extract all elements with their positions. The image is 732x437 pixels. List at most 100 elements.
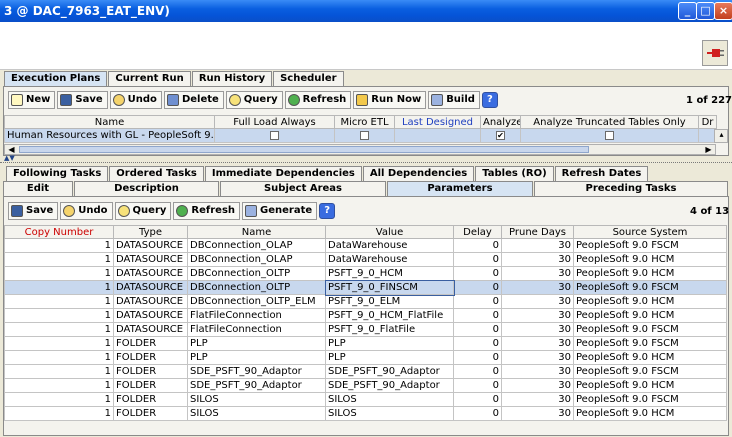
source-system-cell[interactable]: PeopleSoft 9.0 FSCM	[573, 280, 727, 295]
source-system-cell[interactable]: PeopleSoft 9.0 FSCM	[573, 364, 727, 379]
close-button[interactable]: ×	[714, 2, 732, 20]
tab-current-run[interactable]: Current Run	[108, 71, 191, 86]
column-header[interactable]: Name	[187, 225, 326, 239]
name-cell[interactable]: SDE_PSFT_90_Adaptor	[187, 378, 326, 393]
value-cell[interactable]: SILOS	[325, 406, 454, 421]
value-cell[interactable]: DataWarehouse	[325, 252, 454, 267]
name-cell[interactable]: DBConnection_OLTP	[187, 266, 326, 281]
copy-number-cell[interactable]: 1	[4, 392, 114, 407]
value-cell[interactable]: PLP	[325, 350, 454, 365]
table-row[interactable]: 1 FOLDER SILOS SILOS 0 30 PeopleSoft 9.0 FSCM	[4, 392, 727, 407]
type-cell[interactable]: FOLDER	[113, 364, 188, 379]
column-header[interactable]: Last Designed	[394, 115, 481, 129]
refresh-button[interactable]: Refresh	[173, 202, 241, 220]
name-cell[interactable]: FlatFileConnection	[187, 308, 326, 323]
build-button[interactable]: Build	[428, 91, 480, 109]
refresh-button[interactable]: Refresh	[284, 91, 352, 109]
last-designed-cell[interactable]	[394, 128, 481, 143]
type-cell[interactable]: DATASOURCE	[113, 252, 188, 267]
delay-cell[interactable]: 0	[453, 294, 502, 309]
copy-number-cell[interactable]: 1	[4, 322, 114, 337]
tab-all-dependencies[interactable]: All Dependencies	[362, 166, 475, 181]
value-cell[interactable]: PSFT_9_0_HCM_FlatFile	[325, 308, 454, 323]
prune-days-cell[interactable]: 30	[501, 350, 574, 365]
name-cell[interactable]: DBConnection_OLTP_ELM	[187, 294, 326, 309]
value-cell[interactable]: PSFT_9_0_FlatFile	[325, 322, 454, 337]
analyze-truncated-checkbox[interactable]	[605, 130, 614, 140]
name-cell[interactable]: DBConnection_OLTP	[187, 280, 326, 295]
column-header[interactable]: Prune Days	[501, 225, 574, 239]
tab-following-tasks[interactable]: Following Tasks	[6, 166, 109, 181]
source-system-cell[interactable]: PeopleSoft 9.0 HCM	[573, 252, 727, 267]
source-system-cell[interactable]: PeopleSoft 9.0 HCM	[573, 294, 727, 309]
column-header[interactable]: Value	[325, 225, 454, 239]
prune-days-cell[interactable]: 30	[501, 266, 574, 281]
type-cell[interactable]: DATASOURCE	[113, 280, 188, 295]
table-row[interactable]: 1 DATASOURCE DBConnection_OLAP DataWarehous…	[4, 238, 727, 253]
tab-immediate-dependencies[interactable]: Immediate Dependencies	[204, 166, 362, 181]
table-row[interactable]: 1 DATASOURCE FlatFileConnection PSFT_9_0_Fl…	[4, 322, 727, 337]
tab-scheduler[interactable]: Scheduler	[273, 71, 344, 86]
copy-number-cell[interactable]: 1	[4, 336, 114, 351]
tab-ordered-tasks[interactable]: Ordered Tasks	[109, 166, 204, 181]
copy-number-cell[interactable]: 1	[4, 266, 114, 281]
name-cell[interactable]: SDE_PSFT_90_Adaptor	[187, 364, 326, 379]
value-cell[interactable]: DataWarehouse	[325, 238, 454, 253]
copy-number-cell[interactable]: 1	[4, 364, 114, 379]
type-cell[interactable]: FOLDER	[113, 336, 188, 351]
plan-name[interactable]: Human Resources with GL - PeopleSoft 9.0	[4, 128, 215, 143]
name-cell[interactable]: SILOS	[187, 406, 326, 421]
column-header[interactable]: Type	[113, 225, 188, 239]
name-cell[interactable]: PLP	[187, 350, 326, 365]
micro-etl-checkbox[interactable]	[360, 130, 369, 140]
scroll-thumb[interactable]	[19, 146, 589, 153]
undo-button[interactable]: Undo	[109, 91, 162, 109]
disconnect-button[interactable]	[702, 40, 728, 66]
tab-edit[interactable]: Edit	[3, 181, 73, 196]
source-system-cell[interactable]: PeopleSoft 9.0 FSCM	[573, 238, 727, 253]
table-row[interactable]: 1 DATASOURCE DBConnection_OLTP PSFT_9_0_HCM…	[4, 266, 727, 281]
column-header[interactable]: Full Load Always	[214, 115, 335, 129]
value-cell[interactable]: SDE_PSFT_90_Adaptor	[325, 378, 454, 393]
column-header[interactable]: Source System	[573, 225, 727, 239]
full-load-always-checkbox[interactable]	[270, 130, 279, 140]
prune-days-cell[interactable]: 30	[501, 280, 574, 295]
copy-number-cell[interactable]: 1	[4, 238, 114, 253]
scroll-up-icon[interactable]: ▴	[716, 130, 727, 139]
table-row[interactable]: 1 FOLDER PLP PLP 0 30 PeopleSoft 9.0 FSCM	[4, 336, 727, 351]
prune-days-cell[interactable]: 30	[501, 336, 574, 351]
type-cell[interactable]: FOLDER	[113, 406, 188, 421]
source-system-cell[interactable]: PeopleSoft 9.0 HCM	[573, 350, 727, 365]
copy-number-cell[interactable]: 1	[4, 350, 114, 365]
table-row[interactable]: 1 DATASOURCE DBConnection_OLAP DataWarehous…	[4, 252, 727, 267]
source-system-cell[interactable]: PeopleSoft 9.0 FSCM	[573, 392, 727, 407]
plans-horizontal-scrollbar[interactable]: ◀ ▶	[4, 144, 716, 155]
prune-days-cell[interactable]: 30	[501, 308, 574, 323]
query-button[interactable]: Query	[225, 91, 283, 109]
table-row[interactable]: 1 FOLDER SDE_PSFT_90_Adaptor SDE_PSFT_90_Ad…	[4, 378, 727, 393]
source-system-cell[interactable]: PeopleSoft 9.0 HCM	[573, 378, 727, 393]
copy-number-cell[interactable]: 1	[4, 308, 114, 323]
collapse-icon[interactable]: ▲▼	[4, 154, 15, 162]
source-system-cell[interactable]: PeopleSoft 9.0 HCM	[573, 406, 727, 421]
source-system-cell[interactable]: PeopleSoft 9.0 FSCM	[573, 336, 727, 351]
splitter[interactable]: ▲▼	[0, 154, 732, 163]
type-cell[interactable]: DATASOURCE	[113, 266, 188, 281]
prune-days-cell[interactable]: 30	[501, 406, 574, 421]
delay-cell[interactable]: 0	[453, 238, 502, 253]
tab-preceding-tasks[interactable]: Preceding Tasks	[534, 181, 728, 196]
table-row[interactable]: 1 FOLDER SDE_PSFT_90_Adaptor SDE_PSFT_90_Ad…	[4, 364, 727, 379]
type-cell[interactable]: FOLDER	[113, 350, 188, 365]
save-button[interactable]: Save	[57, 91, 108, 109]
column-header[interactable]: Micro ETL	[334, 115, 395, 129]
delay-cell[interactable]: 0	[453, 336, 502, 351]
column-header[interactable]: Analyze	[480, 115, 521, 129]
table-row[interactable]: 1 DATASOURCE FlatFileConnection PSFT_9_0_HC…	[4, 308, 727, 323]
save-button[interactable]: Save	[8, 202, 59, 220]
prune-days-cell[interactable]: 30	[501, 364, 574, 379]
column-header[interactable]: Delay	[453, 225, 502, 239]
type-cell[interactable]: FOLDER	[113, 392, 188, 407]
value-cell[interactable]: PLP	[325, 336, 454, 351]
query-button[interactable]: Query	[114, 202, 172, 220]
tab-run-history[interactable]: Run History	[191, 71, 273, 86]
